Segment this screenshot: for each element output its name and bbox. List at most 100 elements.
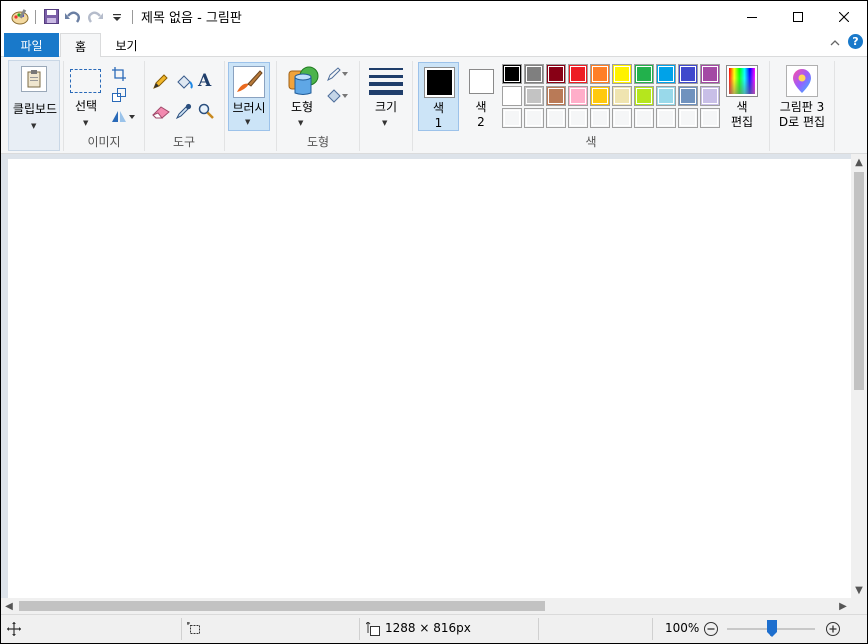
maximize-button[interactable] xyxy=(775,1,821,32)
empty-color-slot[interactable] xyxy=(656,108,676,128)
title-bar: 제목 없음 - 그림판 xyxy=(1,1,867,32)
clipboard-button[interactable]: 클립보드 ▼ xyxy=(8,60,60,151)
zoom-slider-thumb[interactable] xyxy=(767,620,777,637)
image-size-icon xyxy=(365,621,380,639)
palette-color-swatch[interactable] xyxy=(612,64,632,84)
zoom-slider[interactable] xyxy=(727,620,815,637)
clipboard-label: 클립보드 xyxy=(12,102,58,116)
scroll-up-icon[interactable]: ▲ xyxy=(851,154,867,170)
color2-label-a: 색 xyxy=(475,100,487,114)
palette-color-swatch[interactable] xyxy=(700,86,720,106)
scroll-left-icon[interactable]: ◀ xyxy=(1,598,17,614)
edit-colors-button[interactable]: 색 편집 xyxy=(723,62,763,132)
color1-button[interactable]: 색 1 xyxy=(418,62,459,131)
status-separator xyxy=(359,618,360,640)
color1-frame xyxy=(424,67,455,98)
horizontal-scroll-thumb[interactable] xyxy=(19,601,545,611)
paint-app-icon[interactable] xyxy=(9,6,31,28)
scroll-down-icon[interactable]: ▼ xyxy=(851,582,867,598)
empty-color-slot[interactable] xyxy=(678,108,698,128)
clipboard-icon xyxy=(20,65,48,96)
zoom-out-icon[interactable] xyxy=(703,621,719,640)
shapes-button[interactable]: 도형 ▼ xyxy=(281,62,323,132)
empty-color-slot[interactable] xyxy=(524,108,544,128)
brushes-group: 브러시 ▼ xyxy=(227,57,275,154)
tab-home[interactable]: 홈 xyxy=(60,33,101,58)
cursor-position-icon xyxy=(7,622,21,639)
color2-button[interactable]: 색 2 xyxy=(462,62,500,131)
zoom-percent: 100% xyxy=(665,621,700,635)
image-group-label: 이미지 xyxy=(87,135,121,149)
rotate-icon[interactable] xyxy=(111,109,135,126)
empty-color-slot[interactable] xyxy=(590,108,610,128)
tab-view[interactable]: 보기 xyxy=(101,33,152,57)
palette-color-swatch[interactable] xyxy=(524,86,544,106)
scroll-right-icon[interactable]: ▶ xyxy=(835,598,851,614)
color-palette xyxy=(502,64,724,130)
shapes-label: 도형 xyxy=(290,100,314,114)
size-button[interactable]: 크기 ▼ xyxy=(363,62,409,132)
palette-color-swatch[interactable] xyxy=(700,64,720,84)
line-size-icon xyxy=(369,67,403,98)
empty-color-slot[interactable] xyxy=(700,108,720,128)
clipboard-group: 클립보드 ▼ xyxy=(7,57,61,154)
edit-with-paint3d-button[interactable]: 그림판 3 D로 편집 xyxy=(773,62,831,132)
color-picker-icon[interactable] xyxy=(175,103,192,122)
palette-color-swatch[interactable] xyxy=(546,86,566,106)
palette-color-swatch[interactable] xyxy=(634,86,654,106)
horizontal-scrollbar[interactable]: ◀ ▶ xyxy=(1,598,851,614)
status-separator xyxy=(652,618,653,640)
minimize-button[interactable] xyxy=(729,1,775,32)
palette-color-swatch[interactable] xyxy=(678,86,698,106)
canvas-area xyxy=(1,154,851,598)
palette-color-swatch[interactable] xyxy=(546,64,566,84)
palette-color-swatch[interactable] xyxy=(678,64,698,84)
drawing-canvas[interactable] xyxy=(8,159,851,598)
fill-bucket-icon[interactable] xyxy=(175,73,193,94)
palette-color-swatch[interactable] xyxy=(634,64,654,84)
close-button[interactable] xyxy=(821,1,867,32)
crop-icon[interactable] xyxy=(112,67,126,84)
empty-color-slot[interactable] xyxy=(502,108,522,128)
pencil-icon[interactable] xyxy=(152,74,168,93)
palette-color-swatch[interactable] xyxy=(568,86,588,106)
palette-color-swatch[interactable] xyxy=(590,86,610,106)
vertical-scroll-thumb[interactable] xyxy=(854,172,864,390)
collapse-ribbon-icon[interactable] xyxy=(830,35,840,49)
fill-icon[interactable] xyxy=(327,89,351,106)
text-tool-icon[interactable]: A xyxy=(198,71,211,91)
empty-color-slot[interactable] xyxy=(546,108,566,128)
scroll-corner xyxy=(851,598,867,614)
palette-color-swatch[interactable] xyxy=(590,64,610,84)
colors-group-label: 색 xyxy=(585,135,597,149)
brushes-button[interactable]: 브러시 ▼ xyxy=(228,62,270,131)
palette-color-swatch[interactable] xyxy=(656,64,676,84)
empty-color-slot[interactable] xyxy=(612,108,632,128)
help-icon[interactable]: ? xyxy=(848,34,863,49)
palette-color-swatch[interactable] xyxy=(612,86,632,106)
outline-icon[interactable] xyxy=(327,67,351,84)
palette-color-swatch[interactable] xyxy=(656,86,676,106)
vertical-scrollbar[interactable]: ▲ ▼ xyxy=(851,154,867,598)
eraser-icon[interactable] xyxy=(152,105,170,122)
save-icon[interactable] xyxy=(40,6,62,28)
palette-color-swatch[interactable] xyxy=(502,86,522,106)
redo-icon[interactable] xyxy=(84,6,106,28)
empty-color-slot[interactable] xyxy=(568,108,588,128)
status-bar: 1288 × 816px 100% xyxy=(1,614,867,643)
empty-color-slot[interactable] xyxy=(634,108,654,128)
magnifier-icon[interactable] xyxy=(198,103,214,122)
size-label: 크기 xyxy=(374,100,398,114)
image-group: 선택 ▼ 이미지 xyxy=(64,57,144,154)
resize-icon[interactable] xyxy=(112,88,126,105)
palette-color-swatch[interactable] xyxy=(524,64,544,84)
palette-color-swatch[interactable] xyxy=(568,64,588,84)
shapes-icon xyxy=(287,65,319,98)
tab-file[interactable]: 파일 xyxy=(4,33,59,57)
undo-icon[interactable] xyxy=(62,6,84,28)
zoom-in-icon[interactable] xyxy=(825,621,841,640)
palette-color-swatch[interactable] xyxy=(502,64,522,84)
select-button[interactable]: 선택 ▼ xyxy=(67,62,105,132)
customize-dropdown-icon[interactable] xyxy=(106,6,128,28)
color2-label-b: 2 xyxy=(477,115,485,129)
